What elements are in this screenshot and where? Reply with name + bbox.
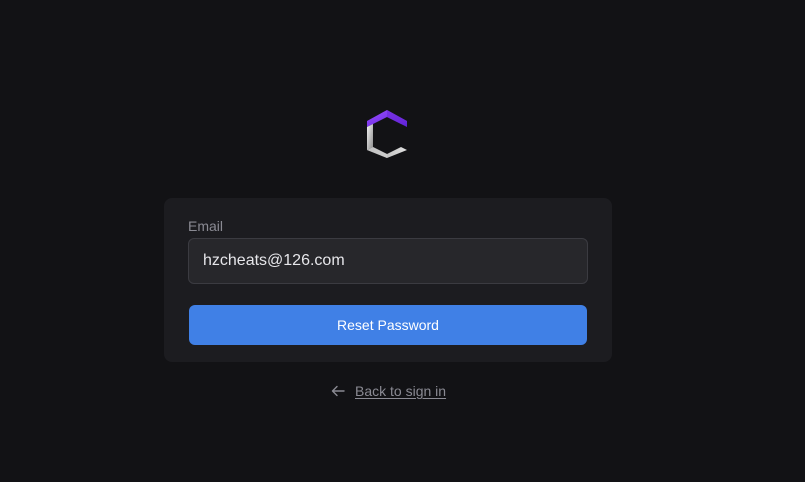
back-to-sign-in-link[interactable]: Back to sign in — [330, 381, 446, 401]
reset-password-button[interactable]: Reset Password — [189, 305, 587, 345]
email-field[interactable] — [188, 238, 588, 284]
reset-password-page: Email Reset Password Back to sign in — [0, 0, 805, 482]
reset-password-card: Email Reset Password — [164, 198, 612, 362]
email-label: Email — [188, 218, 224, 234]
arrow-left-icon — [330, 383, 346, 399]
brand-logo-icon — [365, 109, 409, 159]
back-to-sign-in-label: Back to sign in — [355, 383, 447, 399]
